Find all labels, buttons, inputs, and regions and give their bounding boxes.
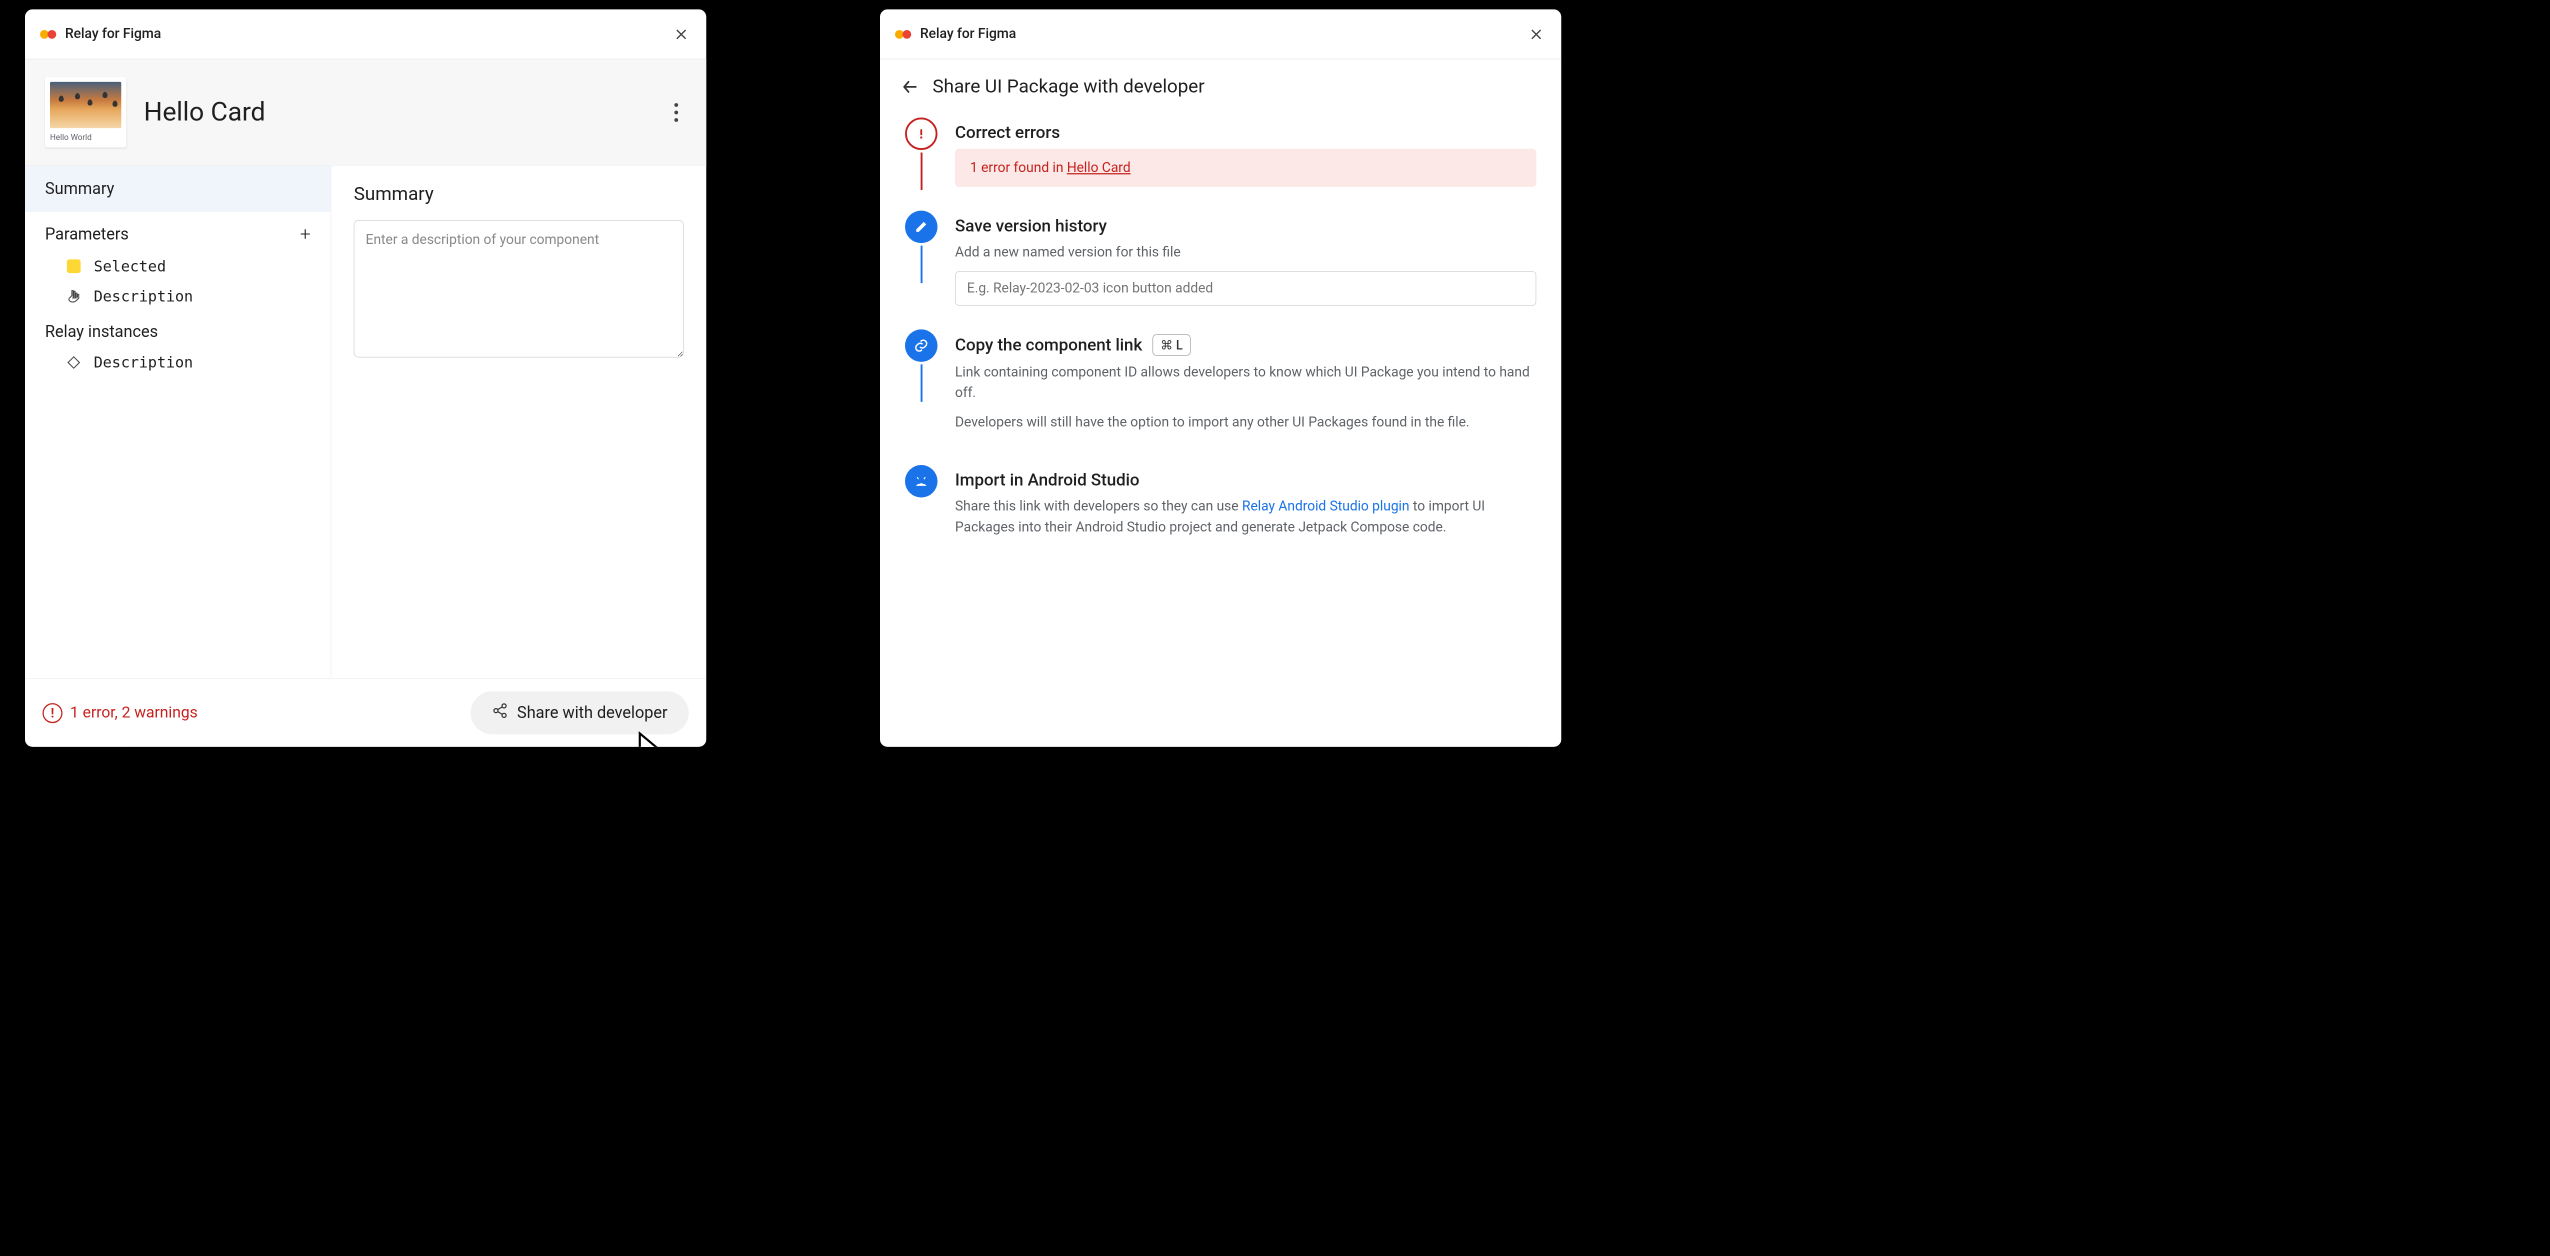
step-subtitle: Link containing component ID allows deve…	[955, 362, 1536, 403]
thumbnail-label: Hello World	[50, 133, 121, 142]
body: Summary Parameters + Selected Descriptio…	[25, 166, 706, 679]
relay-logo-icon	[895, 30, 911, 39]
param-selected[interactable]: Selected	[25, 251, 331, 281]
error-link[interactable]: Hello Card	[1067, 160, 1131, 176]
step-title: Correct errors	[955, 123, 1536, 143]
plugin-link[interactable]: Relay Android Studio plugin	[1242, 499, 1410, 515]
keyboard-shortcut: ⌘ L	[1152, 334, 1191, 355]
warning-icon	[65, 258, 83, 276]
component-title: Hello Card	[144, 97, 649, 128]
step-title: Copy the component link ⌘ L	[955, 334, 1536, 355]
app-title: Relay for Figma	[920, 26, 1016, 42]
share-icon	[492, 703, 508, 724]
error-step-icon	[905, 118, 938, 151]
step-copy-link: Copy the component link ⌘ L Link contain…	[905, 329, 1536, 460]
add-parameter-icon[interactable]: +	[300, 223, 311, 245]
link-step-icon	[905, 329, 938, 362]
tab-summary[interactable]: Summary	[25, 166, 331, 212]
sidebar: Summary Parameters + Selected Descriptio…	[25, 166, 331, 679]
page-title: Share UI Package with developer	[933, 76, 1205, 98]
footer: ! 1 error, 2 warnings Share with develop…	[25, 678, 706, 747]
more-menu-icon[interactable]	[666, 103, 686, 122]
step-correct-errors: Correct errors 1 error found in Hello Ca…	[905, 118, 1536, 206]
instances-heading: Relay instances	[25, 311, 331, 347]
step-title: Save version history	[955, 216, 1536, 236]
error-icon: !	[43, 703, 63, 723]
titlebar: Relay for Figma	[25, 9, 706, 59]
close-icon[interactable]	[671, 24, 691, 44]
step-subtitle: Share this link with developers so they …	[955, 496, 1536, 537]
instance-description[interactable]: Description	[25, 348, 331, 378]
share-with-developer-button[interactable]: Share with developer	[471, 691, 689, 734]
back-icon[interactable]	[900, 77, 920, 97]
step-subtitle: Developers will still have the option to…	[955, 412, 1536, 433]
main-column: Summary	[331, 166, 706, 679]
step-import-android: Import in Android Studio Share this link…	[905, 465, 1536, 565]
titlebar: Relay for Figma	[880, 9, 1561, 59]
relay-logo-icon	[40, 30, 56, 39]
param-description[interactable]: Description	[25, 281, 331, 311]
close-icon[interactable]	[1526, 24, 1546, 44]
subheader: Share UI Package with developer	[880, 59, 1561, 113]
step-version-history: Save version history Add a new named ver…	[905, 211, 1536, 325]
description-input[interactable]	[354, 220, 684, 358]
parameters-heading: Parameters +	[25, 212, 331, 251]
edit-step-icon	[905, 211, 938, 244]
summary-heading: Summary	[354, 183, 684, 205]
version-name-input[interactable]	[955, 271, 1536, 305]
share-panel: Relay for Figma Share UI Package with de…	[880, 9, 1561, 747]
relay-editor-panel: Relay for Figma Hello World Hello Card S…	[25, 9, 706, 747]
android-step-icon	[905, 465, 938, 498]
component-header: Hello World Hello Card	[25, 59, 706, 165]
component-thumbnail: Hello World	[45, 77, 126, 148]
step-title: Import in Android Studio	[955, 470, 1536, 490]
error-banner[interactable]: 1 error found in Hello Card	[955, 149, 1536, 187]
diamond-icon	[65, 354, 83, 372]
step-subtitle: Add a new named version for this file	[955, 242, 1536, 263]
error-summary[interactable]: ! 1 error, 2 warnings	[43, 703, 198, 723]
timeline: Correct errors 1 error found in Hello Ca…	[880, 114, 1561, 595]
app-title: Relay for Figma	[65, 26, 161, 42]
gesture-icon	[65, 288, 83, 306]
